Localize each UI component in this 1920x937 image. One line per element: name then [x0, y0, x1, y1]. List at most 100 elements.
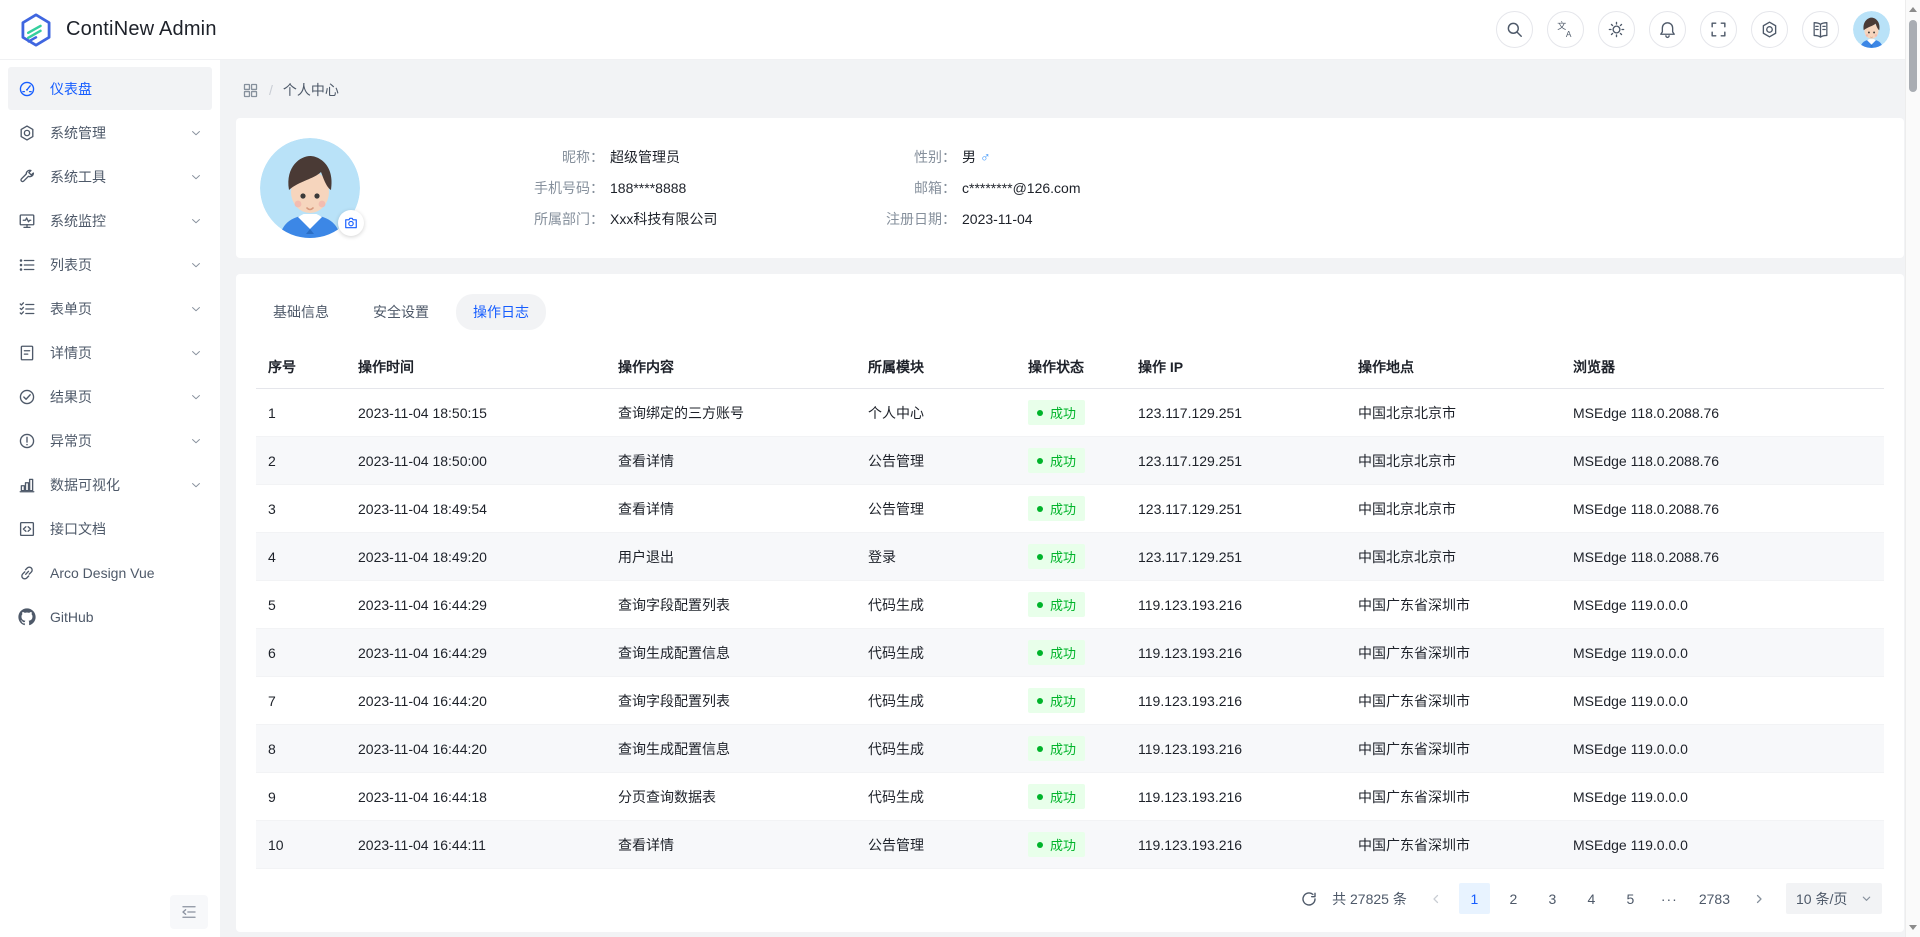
sidebar-collapse-button[interactable] [170, 895, 208, 929]
table-row: 72023-11-04 16:44:20查询字段配置列表代码生成成功119.12… [256, 677, 1884, 725]
sidebar-item-label: 系统管理 [50, 123, 106, 143]
cell-browser: MSEdge 118.0.2088.76 [1561, 485, 1884, 533]
status-dot-icon [1037, 794, 1043, 800]
cell-location: 中国广东省深圳市 [1346, 629, 1561, 677]
profile-field-value: Xxx科技有限公司 [610, 209, 717, 229]
table-row: 22023-11-04 18:50:00查看详情公告管理成功123.117.12… [256, 437, 1884, 485]
cell-content: 查询字段配置列表 [606, 677, 856, 725]
cell-location: 中国广东省深圳市 [1346, 581, 1561, 629]
operation-log-table: 序号操作时间操作内容所属模块操作状态操作 IP操作地点浏览器 12023-11-… [256, 346, 1884, 869]
prev-page-button[interactable] [1421, 884, 1451, 914]
page-button-1[interactable]: 1 [1459, 883, 1490, 914]
app-logo-icon [18, 12, 54, 48]
tab-security-settings[interactable]: 安全设置 [356, 294, 446, 330]
tab-operation-log[interactable]: 操作日志 [456, 294, 546, 330]
profile-info-right: 性别：男♂邮箱：c********@126.com注册日期：2023-11-04 [860, 147, 1081, 229]
theme-toggle-button[interactable] [1598, 11, 1635, 48]
chevron-right-icon [1753, 893, 1765, 905]
notifications-button[interactable] [1649, 11, 1686, 48]
cell-status: 成功 [1016, 821, 1126, 869]
status-badge: 成功 [1028, 400, 1085, 425]
fullscreen-button[interactable] [1700, 11, 1737, 48]
sidebar-item-label: 异常页 [50, 431, 92, 451]
cell-time: 2023-11-04 16:44:18 [346, 773, 606, 821]
svg-text:文: 文 [1557, 20, 1566, 31]
profile-field-label: 所属部门： [508, 209, 604, 229]
cell-location: 中国北京北京市 [1346, 437, 1561, 485]
status-dot-icon [1037, 650, 1043, 656]
language-button[interactable]: 文 A [1547, 11, 1584, 48]
status-dot-icon [1037, 506, 1043, 512]
scrollbar-thumb[interactable] [1909, 20, 1917, 92]
profile-info-left: 昵称：超级管理员手机号码：188****8888所属部门：Xxx科技有限公司 [508, 147, 860, 229]
search-button[interactable] [1496, 11, 1533, 48]
sidebar-item-data-visualization[interactable]: 数据可视化 [8, 463, 212, 506]
table-row: 102023-11-04 16:44:11查看详情公告管理成功119.123.1… [256, 821, 1884, 869]
sidebar-item-github[interactable]: GitHub [8, 595, 212, 638]
profile-field-label: 注册日期： [860, 209, 956, 229]
page-ellipsis[interactable]: ··· [1654, 883, 1685, 914]
column-header: 浏览器 [1561, 346, 1884, 389]
profile-tabs: 基础信息安全设置操作日志 [256, 294, 1884, 330]
app-logo[interactable]: ContiNew Admin [18, 12, 217, 48]
table-row: 52023-11-04 16:44:29查询字段配置列表代码生成成功119.12… [256, 581, 1884, 629]
cell-content: 查询绑定的三方账号 [606, 389, 856, 437]
cell-browser: MSEdge 119.0.0.0 [1561, 677, 1884, 725]
tab-basic-info[interactable]: 基础信息 [256, 294, 346, 330]
pagination-pages: 12345 ··· 2783 [1459, 883, 1736, 914]
sidebar-item-exception-page[interactable]: 异常页 [8, 419, 212, 462]
sidebar-item-detail-page[interactable]: 详情页 [8, 331, 212, 374]
cell-ip: 119.123.193.216 [1126, 821, 1346, 869]
page-button-4[interactable]: 4 [1576, 883, 1607, 914]
monitor-icon [18, 212, 36, 230]
sidebar-item-api-docs[interactable]: 接口文档 [8, 507, 212, 550]
sidebar-item-system-management[interactable]: 系统管理 [8, 111, 212, 154]
status-badge: 成功 [1028, 736, 1085, 761]
refresh-button[interactable] [1294, 884, 1324, 914]
cell-no: 9 [256, 773, 346, 821]
cell-time: 2023-11-04 16:44:20 [346, 677, 606, 725]
sidebar-item-list-page[interactable]: 列表页 [8, 243, 212, 286]
docs-button[interactable] [1802, 11, 1839, 48]
cell-ip: 119.123.193.216 [1126, 581, 1346, 629]
sidebar-item-system-monitor[interactable]: 系统监控 [8, 199, 212, 242]
cell-content: 用户退出 [606, 533, 856, 581]
sidebar-item-label: Arco Design Vue [50, 565, 155, 581]
sidebar-item-dashboard[interactable]: 仪表盘 [8, 67, 212, 110]
settings-button[interactable] [1751, 11, 1788, 48]
page-size-select[interactable]: 10 条/页 [1786, 883, 1882, 914]
header-actions: 文 A [1496, 11, 1890, 48]
scrollbar-down-arrow[interactable] [1906, 920, 1920, 935]
chevron-down-icon [190, 347, 202, 359]
cell-browser: MSEdge 119.0.0.0 [1561, 581, 1884, 629]
cell-time: 2023-11-04 16:44:11 [346, 821, 606, 869]
table-row: 92023-11-04 16:44:18分页查询数据表代码生成成功119.123… [256, 773, 1884, 821]
sidebar-item-label: 数据可视化 [50, 475, 120, 495]
apps-grid-icon[interactable] [242, 82, 259, 99]
cell-status: 成功 [1016, 389, 1126, 437]
scrollbar-up-arrow[interactable] [1906, 2, 1920, 17]
cell-content: 查询生成配置信息 [606, 629, 856, 677]
change-avatar-button[interactable] [338, 210, 364, 236]
next-page-button[interactable] [1744, 884, 1774, 914]
cell-no: 4 [256, 533, 346, 581]
cell-no: 8 [256, 725, 346, 773]
page-button-5[interactable]: 5 [1615, 883, 1646, 914]
cell-location: 中国广东省深圳市 [1346, 773, 1561, 821]
page-button-2[interactable]: 2 [1498, 883, 1529, 914]
cell-status: 成功 [1016, 725, 1126, 773]
cell-browser: MSEdge 119.0.0.0 [1561, 725, 1884, 773]
profile-field-value: 188****8888 [610, 178, 686, 198]
user-avatar[interactable] [1853, 11, 1890, 48]
sidebar-item-arco-design-vue[interactable]: Arco Design Vue [8, 551, 212, 594]
page-button-3[interactable]: 3 [1537, 883, 1568, 914]
sidebar-item-result-page[interactable]: 结果页 [8, 375, 212, 418]
page-button-2783[interactable]: 2783 [1693, 883, 1736, 914]
wrench-icon [18, 168, 36, 186]
sidebar-item-label: 系统工具 [50, 167, 106, 187]
sidebar-item-form-page[interactable]: 表单页 [8, 287, 212, 330]
cell-module: 代码生成 [856, 581, 1016, 629]
dashboard-icon [18, 80, 36, 98]
status-dot-icon [1037, 746, 1043, 752]
sidebar-item-system-tools[interactable]: 系统工具 [8, 155, 212, 198]
